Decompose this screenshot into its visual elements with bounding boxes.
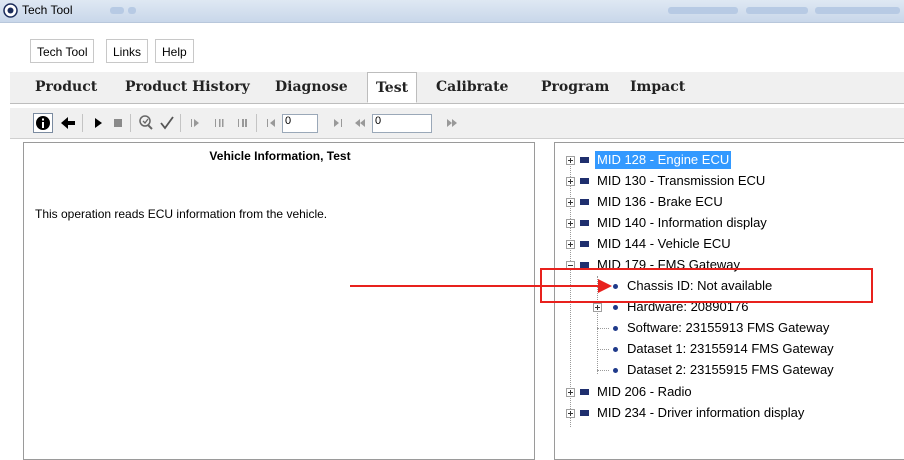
module-icon	[580, 157, 589, 163]
menu-tech-tool[interactable]: Tech Tool	[30, 39, 95, 63]
tree-connector	[597, 328, 609, 329]
blurred-title-segment	[668, 7, 738, 14]
panel-description: This operation reads ECU information fro…	[35, 207, 328, 221]
menu-links[interactable]: Links	[106, 39, 149, 63]
pause-step-icon[interactable]	[233, 113, 253, 133]
fast-forward-icon[interactable]	[442, 113, 462, 133]
quick-access-icon[interactable]	[110, 7, 124, 14]
tab-diagnose[interactable]: Diagnose	[275, 72, 348, 103]
module-icon	[580, 241, 589, 247]
pause-icon[interactable]	[210, 113, 230, 133]
expand-icon[interactable]	[566, 177, 575, 186]
expand-icon[interactable]	[566, 156, 575, 165]
tab-bar: Product Product History Diagnose Test Ca…	[10, 72, 904, 104]
property-bullet	[613, 368, 618, 373]
check-icon[interactable]	[157, 113, 177, 133]
toolbar-separator	[180, 114, 181, 132]
go-start-icon[interactable]	[262, 113, 282, 133]
tree-item-label[interactable]: Dataset 2: 23155915 FMS Gateway	[627, 361, 834, 379]
module-icon	[580, 220, 589, 226]
tab-impact[interactable]: Impact	[630, 72, 685, 103]
module-icon	[580, 410, 589, 416]
tree-item-label[interactable]: MID 128 - Engine ECU	[595, 151, 732, 169]
back-arrow-icon[interactable]	[58, 113, 78, 133]
property-bullet	[613, 347, 618, 352]
module-icon	[580, 178, 589, 184]
tree-connector	[597, 370, 609, 371]
tab-calibrate[interactable]: Calibrate	[436, 72, 508, 103]
annotation-arrow-head	[598, 279, 612, 293]
blurred-title-segment	[815, 7, 900, 14]
info-icon[interactable]	[33, 113, 53, 133]
tree-item-label[interactable]: MID 206 - Radio	[597, 383, 692, 401]
stop-icon[interactable]	[108, 113, 128, 133]
inspect-icon[interactable]	[136, 113, 156, 133]
menu-help[interactable]: Help	[155, 39, 194, 63]
test-info-panel: Vehicle Information, Test This operation…	[23, 142, 535, 460]
tree-item-label[interactable]: MID 136 - Brake ECU	[597, 193, 723, 211]
toolbar-separator	[256, 114, 257, 132]
tree-item-label[interactable]: MID 140 - Information display	[597, 214, 767, 232]
tree-item-label[interactable]: Software: 23155913 FMS Gateway	[627, 319, 829, 337]
property-bullet	[613, 326, 618, 331]
speed-input[interactable]: 0	[372, 114, 432, 133]
title-bar: Tech Tool	[0, 0, 904, 23]
expand-icon[interactable]	[566, 240, 575, 249]
app-icon	[3, 3, 18, 18]
expand-icon[interactable]	[566, 388, 575, 397]
tab-test[interactable]: Test	[367, 72, 418, 103]
expand-icon[interactable]	[566, 219, 575, 228]
blurred-title-segment	[746, 7, 808, 14]
module-icon	[580, 389, 589, 395]
menu-bar: Tech Tool Links Help	[10, 39, 904, 63]
module-icon	[580, 199, 589, 205]
toolbar: 0 0	[10, 108, 904, 139]
expand-icon[interactable]	[566, 409, 575, 418]
frame-input[interactable]: 0	[282, 114, 318, 133]
play-icon[interactable]	[88, 113, 108, 133]
tree-item-label[interactable]: MID 130 - Transmission ECU	[597, 172, 765, 190]
tab-product[interactable]: Product	[35, 72, 97, 103]
tree-connector	[597, 349, 609, 350]
tree-item-label[interactable]: MID 234 - Driver information display	[597, 404, 804, 422]
expand-icon[interactable]	[566, 198, 575, 207]
step-icon[interactable]	[186, 113, 206, 133]
tree-item-label[interactable]: Dataset 1: 23155914 FMS Gateway	[627, 340, 834, 358]
quick-access-dropdown-icon[interactable]	[128, 7, 136, 14]
annotation-arrow	[350, 285, 600, 287]
rewind-icon[interactable]	[350, 113, 370, 133]
tab-product-history[interactable]: Product History	[125, 72, 250, 103]
window-title: Tech Tool	[22, 3, 73, 17]
panel-title: Vehicle Information, Test	[209, 149, 351, 163]
toolbar-separator	[82, 114, 83, 132]
tab-program[interactable]: Program	[541, 72, 609, 103]
expand-icon[interactable]	[593, 303, 602, 312]
tree-item-label[interactable]: MID 144 - Vehicle ECU	[597, 235, 731, 253]
next-frame-icon[interactable]	[328, 113, 348, 133]
toolbar-separator	[130, 114, 131, 132]
property-bullet	[613, 305, 618, 310]
